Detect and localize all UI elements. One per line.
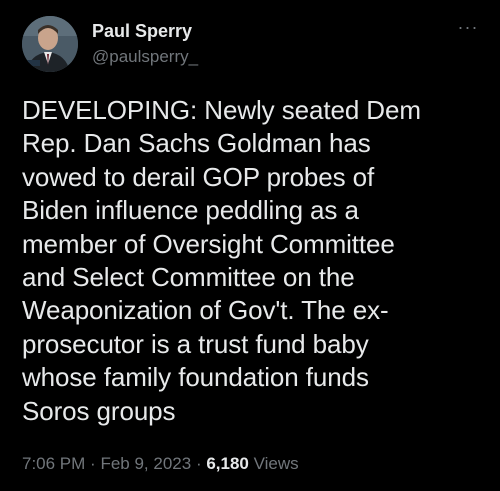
tweet-header: Paul Sperry @paulsperry_ ··· [22, 16, 480, 72]
meta-separator: · [90, 454, 96, 473]
avatar[interactable] [22, 16, 78, 72]
tweet-line: vowed to derail GOP probes of [22, 161, 375, 192]
tweet-date[interactable]: Feb 9, 2023 [100, 454, 191, 473]
tweet: Paul Sperry @paulsperry_ ··· DEVELOPING:… [0, 0, 500, 491]
author-handle[interactable]: @paulsperry_ [92, 46, 198, 68]
tweet-line: prosecutor is a trust fund baby [22, 328, 369, 359]
tweet-line: Rep. Dan Sachs Goldman has [22, 128, 371, 159]
ellipsis-icon: ··· [457, 17, 479, 37]
tweet-line: and Select Committee on the [22, 262, 355, 293]
avatar-image [22, 16, 78, 72]
tweet-line: Biden influence peddling as a [22, 195, 359, 226]
author-names: Paul Sperry @paulsperry_ [92, 20, 198, 68]
tweet-meta: 7:06 PM · Feb 9, 2023 · 6,180 Views [22, 453, 299, 475]
tweet-line: member of Oversight Committee [22, 228, 395, 259]
tweet-line: whose family foundation funds [22, 362, 369, 393]
tweet-text: DEVELOPING: Newly seated Dem Rep. Dan Sa… [22, 94, 482, 428]
views-count: 6,180 [206, 454, 249, 473]
more-options-button[interactable]: ··· [456, 18, 480, 36]
author-display-name[interactable]: Paul Sperry [92, 20, 198, 42]
meta-separator: · [195, 454, 202, 473]
tweet-line: DEVELOPING: Newly seated Dem [22, 95, 421, 125]
tweet-line: Soros groups [22, 395, 176, 426]
tweet-line: Weaponization of Gov't. The ex- [22, 295, 389, 326]
views-label: Views [253, 454, 299, 473]
tweet-time[interactable]: 7:06 PM [22, 454, 85, 473]
